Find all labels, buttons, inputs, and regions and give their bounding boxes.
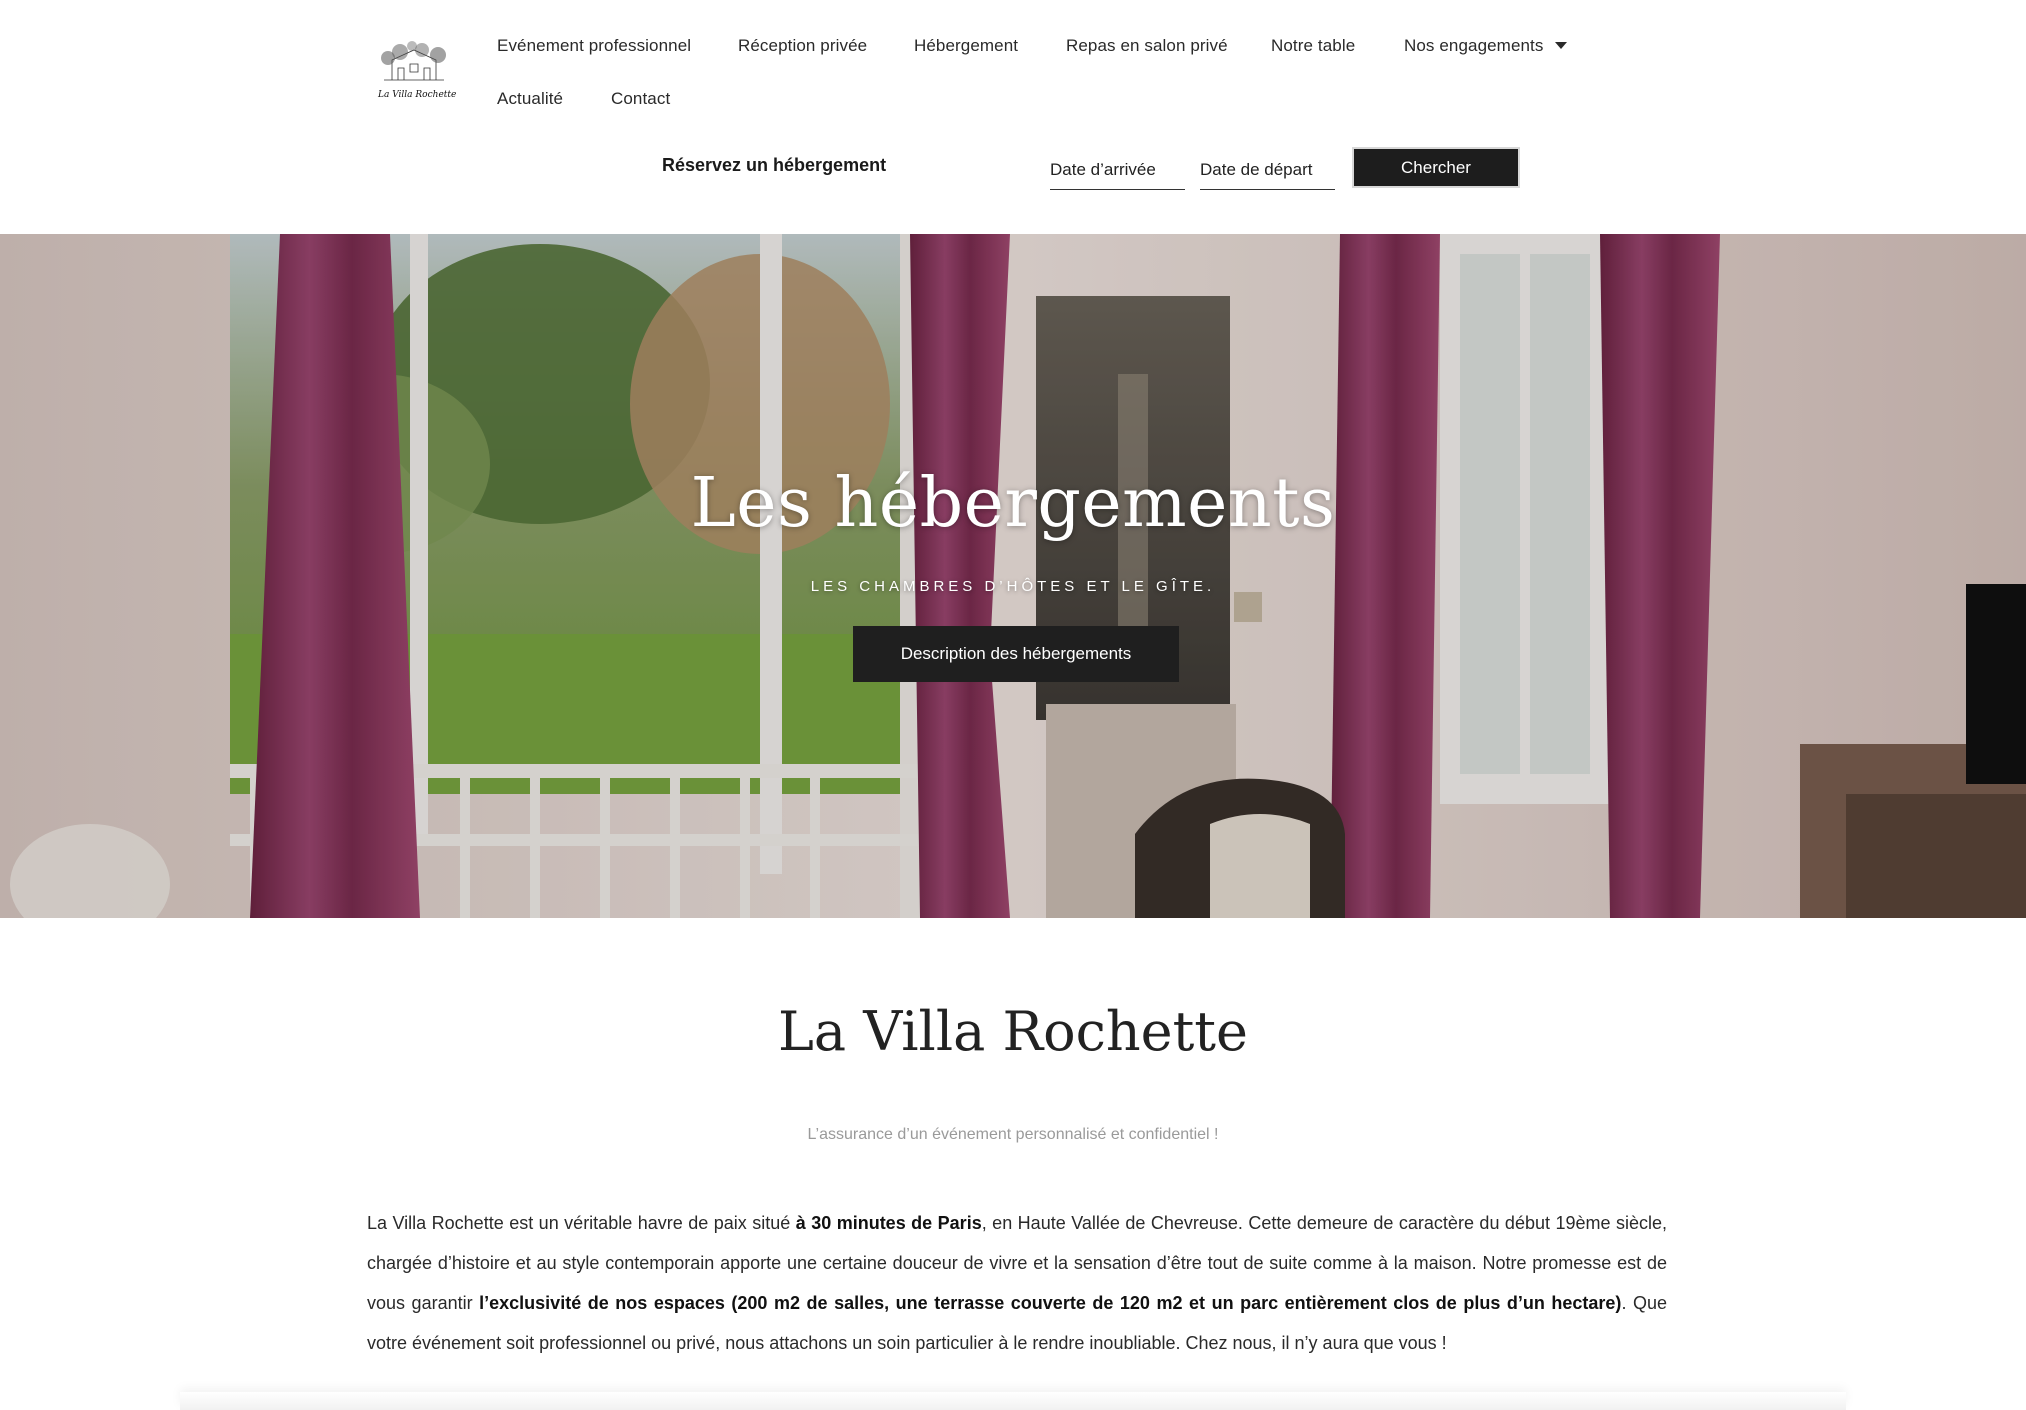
intro-bold-2: l’exclusivité de nos espaces (200 m2 de …: [479, 1293, 1622, 1313]
chevron-down-icon: [1555, 42, 1568, 50]
intro-text-1: La Villa Rochette est un véritable havre…: [367, 1213, 796, 1233]
nav-notre-table[interactable]: Notre table: [1271, 36, 1355, 56]
departure-date-field[interactable]: [1200, 150, 1335, 190]
section-title: La Villa Rochette: [778, 1000, 1248, 1063]
search-button[interactable]: Chercher: [1352, 147, 1520, 188]
intro-paragraph: La Villa Rochette est un véritable havre…: [367, 1203, 1667, 1363]
nav-evenement-professionnel[interactable]: Evénement professionnel: [497, 36, 691, 56]
arrival-date-field[interactable]: [1050, 150, 1185, 190]
villa-sketch-icon: [381, 41, 446, 81]
intro-bold-1: à 30 minutes de Paris: [795, 1213, 982, 1233]
nav-contact[interactable]: Contact: [611, 89, 670, 109]
nav-nos-engagements-label: Nos engagements: [1404, 36, 1544, 55]
hero-title: Les hébergements: [690, 464, 1336, 543]
nav-repas-salon-prive[interactable]: Repas en salon privé: [1066, 36, 1228, 56]
next-section-edge: [180, 1392, 1846, 1410]
site-logo[interactable]: La Villa Rochette: [378, 40, 457, 102]
nav-nos-engagements[interactable]: Nos engagements: [1404, 36, 1568, 56]
booking-label: Réservez un hébergement: [662, 155, 887, 175]
nav-actualite[interactable]: Actualité: [497, 89, 563, 109]
hero-subtitle: LES CHAMBRES D’HÔTES ET LE GÎTE.: [810, 578, 1216, 595]
logo-text: La Villa Rochette: [378, 90, 457, 100]
nav-hebergement[interactable]: Hébergement: [914, 36, 1018, 56]
nav-reception-privee[interactable]: Réception privée: [738, 36, 867, 56]
hero-overlay: [0, 234, 2026, 918]
site-header: La Villa Rochette Evénement professionne…: [0, 0, 2026, 234]
description-hebergements-button[interactable]: Description des hébergements: [853, 626, 1179, 682]
hero-banner: Les hébergements LES CHAMBRES D’HÔTES ET…: [0, 234, 2026, 918]
section-tagline: L’assurance d’un événement personnalisé …: [807, 1126, 1219, 1143]
